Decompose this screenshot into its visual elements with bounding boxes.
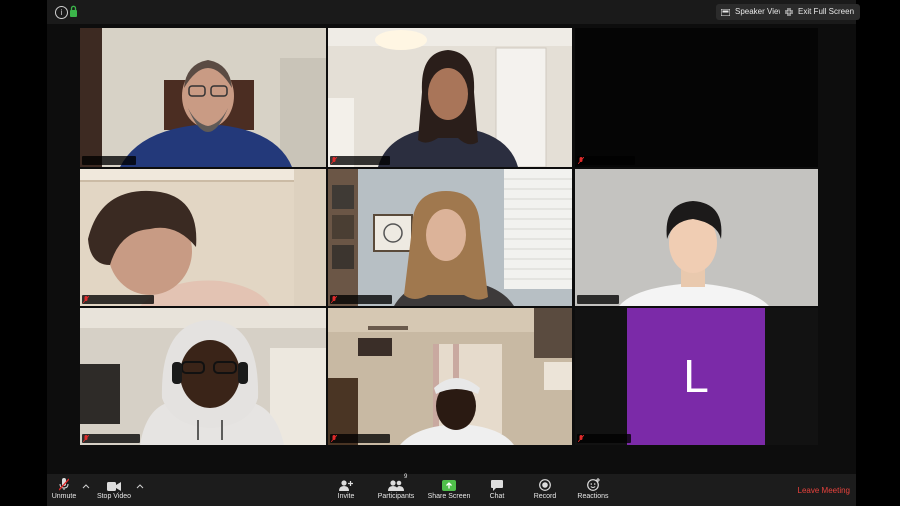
participant-name-tag: [82, 295, 154, 304]
video-options-chevron-up-icon[interactable]: [136, 483, 144, 489]
invite-button[interactable]: Invite: [332, 477, 360, 504]
participant-name-tag: [330, 295, 392, 304]
muted-mic-icon: [578, 435, 584, 442]
exit-full-screen-label: Exit Full Screen: [798, 7, 855, 16]
exit-full-screen-icon: [785, 8, 793, 16]
record-icon: [539, 479, 551, 491]
video-tile-p7[interactable]: [80, 308, 326, 445]
smiley-plus-icon: [586, 478, 600, 491]
record-button[interactable]: Record: [531, 477, 559, 504]
meeting-toolbar: Unmute Stop Video Invite Participants 9 …: [47, 474, 856, 506]
participants-label: Participants: [377, 493, 415, 500]
participant-name-tag: [330, 434, 390, 443]
muted-mic-icon: [83, 435, 89, 442]
participant-name-tag: [577, 295, 619, 304]
video-tile-p4[interactable]: [80, 169, 326, 306]
invite-label: Invite: [337, 493, 355, 500]
participant-name-tag: [577, 156, 635, 165]
participant-video: [80, 28, 326, 167]
reactions-button[interactable]: Reactions: [575, 477, 611, 504]
muted-mic-icon: [331, 435, 337, 442]
muted-mic-icon: [331, 296, 337, 303]
exit-full-screen-button[interactable]: Exit Full Screen: [780, 4, 861, 20]
muted-mic-icon: [83, 296, 89, 303]
participants-button[interactable]: Participants: [375, 477, 417, 504]
share-screen-label: Share Screen: [427, 493, 471, 500]
avatar-letter: L: [683, 350, 709, 402]
participant-video: [328, 169, 572, 306]
video-tile-p1[interactable]: [80, 28, 326, 167]
zoom-meeting-screen: i Speaker View Exit Full Screen L Unmute…: [0, 0, 900, 506]
unmute-button[interactable]: Unmute: [49, 477, 79, 504]
participant-avatar: L: [627, 308, 765, 445]
participants-icon: [388, 480, 404, 491]
participant-video: [80, 308, 326, 445]
muted-microphone-icon: [59, 478, 69, 491]
speaker-view-label: Speaker View: [735, 7, 785, 16]
video-tile-p6[interactable]: [575, 169, 818, 306]
video-tile-p5[interactable]: [328, 169, 572, 306]
muted-mic-icon: [578, 157, 584, 164]
video-tile-p9[interactable]: L: [575, 308, 818, 445]
record-label: Record: [533, 493, 557, 500]
add-person-icon: [339, 480, 353, 491]
participant-name-tag: [82, 156, 136, 165]
stop-video-button[interactable]: Stop Video: [94, 477, 134, 504]
participants-count: 9: [404, 474, 408, 480]
chat-bubble-icon: [491, 480, 503, 491]
unmute-label: Unmute: [51, 493, 77, 500]
chat-button[interactable]: Chat: [487, 477, 507, 504]
share-screen-button[interactable]: Share Screen: [427, 477, 471, 504]
share-screen-icon: [442, 480, 456, 491]
participant-name-tag: [330, 156, 390, 165]
gallery-view: L: [47, 24, 856, 474]
top-bar: i Speaker View Exit Full Screen: [47, 0, 861, 24]
muted-mic-icon: [331, 157, 337, 164]
participant-name-tag: [577, 434, 631, 443]
participant-video: [575, 169, 818, 306]
speaker-view-icon: [721, 8, 730, 16]
participant-video: [328, 28, 572, 167]
lock-icon[interactable]: [69, 5, 78, 18]
participant-name-tag: [82, 434, 140, 443]
zoom-window: i Speaker View Exit Full Screen L Unmute…: [47, 0, 861, 506]
chat-label: Chat: [489, 493, 505, 500]
stop-video-label: Stop Video: [96, 493, 132, 500]
leave-meeting-button[interactable]: Leave Meeting: [798, 486, 850, 495]
participant-video: [80, 169, 326, 306]
participant-video: [328, 308, 572, 445]
video-camera-icon: [107, 482, 121, 491]
video-tile-p8[interactable]: [328, 308, 572, 445]
meeting-info-icon[interactable]: i: [55, 6, 68, 19]
audio-options-chevron-up-icon[interactable]: [82, 483, 90, 489]
video-tile-p3[interactable]: [575, 28, 818, 167]
video-tile-p2[interactable]: [328, 28, 572, 167]
reactions-label: Reactions: [577, 493, 609, 500]
